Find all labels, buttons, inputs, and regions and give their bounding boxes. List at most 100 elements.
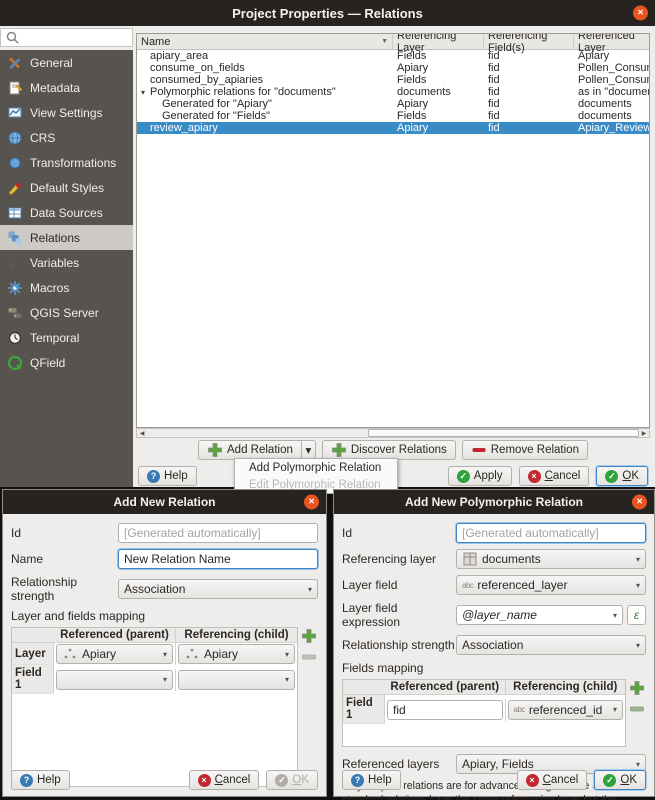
sidebar-item-metadata[interactable]: Metadata bbox=[0, 75, 133, 100]
field1-parent-input[interactable]: fid bbox=[387, 700, 503, 720]
id-field[interactable]: [Generated automatically] bbox=[118, 523, 318, 543]
ok-button[interactable]: ✓ OK bbox=[596, 466, 648, 486]
help-button[interactable]: ? Help bbox=[138, 466, 197, 486]
relations-table: Name ▼ Referencing Layer Referencing Fie… bbox=[136, 33, 650, 428]
ok-button[interactable]: ✓ OK bbox=[594, 770, 646, 790]
sidebar-item-view-settings[interactable]: View Settings bbox=[0, 100, 133, 125]
table-row[interactable]: Generated for "Fields" Fields fid docume… bbox=[137, 110, 649, 122]
referenced-layers-label: Referenced layers bbox=[342, 757, 456, 771]
referencing-layer-select[interactable]: documents ▾ bbox=[456, 549, 646, 569]
sidebar-item-macros[interactable]: Macros bbox=[0, 275, 133, 300]
sidebar-item-temporal[interactable]: Temporal bbox=[0, 325, 133, 350]
column-header-referencing-fields[interactable]: Referencing Field(s) bbox=[484, 34, 574, 49]
dialog-title: Add New Relation bbox=[113, 495, 215, 509]
expression-input[interactable]: @layer_name ▾ bbox=[456, 605, 623, 625]
layer-parent-select[interactable]: Apiary ▾ bbox=[56, 644, 173, 664]
close-icon[interactable]: × bbox=[633, 6, 648, 21]
add-field-button[interactable] bbox=[629, 680, 645, 696]
add-relation-titlebar[interactable]: Add New Relation × bbox=[3, 490, 326, 514]
table-row[interactable]: Generated for "Apiary" Apiary fid docume… bbox=[137, 98, 649, 110]
apply-button[interactable]: ✓ Apply bbox=[448, 466, 512, 486]
sidebar-item-label: Variables bbox=[30, 256, 79, 270]
column-header-referencing-layer[interactable]: Referencing Layer bbox=[393, 34, 484, 49]
close-icon[interactable]: × bbox=[304, 495, 319, 510]
layer-row-label: Layer bbox=[12, 643, 54, 665]
add-relation-dropdown-arrow[interactable]: ▾ bbox=[301, 440, 316, 460]
table-row[interactable]: consumed_by_apiaries Fields fid Pollen_C… bbox=[137, 74, 649, 86]
sidebar-item-label: Default Styles bbox=[30, 181, 104, 195]
chevron-down-icon: ▾ bbox=[636, 555, 640, 564]
table-row[interactable]: consume_on_fields Apiary fid Pollen_Cons… bbox=[137, 62, 649, 74]
sidebar-item-transformations[interactable]: Transformations bbox=[0, 150, 133, 175]
table-row-polymorphic-group[interactable]: ▾Polymorphic relations for "documents" d… bbox=[137, 86, 649, 98]
project-properties-titlebar[interactable]: Project Properties — Relations × bbox=[0, 0, 655, 26]
scrollbar-thumb[interactable] bbox=[368, 429, 639, 437]
discover-relations-button[interactable]: Discover Relations bbox=[322, 440, 456, 460]
fields-mapping-label: Fields mapping bbox=[342, 661, 646, 675]
field1-child-select[interactable]: abc referenced_id ▾ bbox=[508, 700, 624, 720]
table-row[interactable]: apiary_area Fields fid Apiary bbox=[137, 50, 649, 62]
layer-field-select[interactable]: abc referenced_layer ▾ bbox=[456, 575, 646, 595]
horizontal-scrollbar[interactable]: ◀ ▶ bbox=[136, 428, 650, 438]
relations-toolbar: Add Relation ▾ Discover Relations Remove… bbox=[136, 440, 650, 460]
cancel-cross-icon: × bbox=[528, 470, 541, 483]
desktop: Project Properties — Relations × General… bbox=[0, 0, 655, 800]
sidebar-item-crs[interactable]: CRS bbox=[0, 125, 133, 150]
scrollbar-track[interactable] bbox=[147, 429, 639, 437]
sidebar-item-relations[interactable]: Relations bbox=[0, 225, 133, 250]
tools-icon bbox=[7, 55, 23, 71]
scroll-left-icon[interactable]: ◀ bbox=[137, 429, 147, 437]
sidebar-item-label: Metadata bbox=[30, 81, 80, 95]
add-relation-button[interactable]: Add Relation bbox=[198, 440, 301, 460]
sidebar-item-qfield[interactable]: QField bbox=[0, 350, 133, 375]
sort-desc-icon[interactable]: ▼ bbox=[381, 38, 388, 45]
sidebar-item-label: Temporal bbox=[30, 331, 79, 345]
help-icon: ? bbox=[351, 774, 364, 787]
name-field[interactable]: New Relation Name bbox=[118, 549, 318, 569]
ok-button-disabled: ✓ OK bbox=[266, 770, 318, 790]
field1-child-select[interactable]: ▾ bbox=[178, 670, 295, 690]
cancel-button[interactable]: × Cancel bbox=[189, 770, 260, 790]
remove-field-button[interactable] bbox=[629, 701, 645, 717]
help-button[interactable]: ? Help bbox=[11, 770, 70, 790]
remove-field-button[interactable] bbox=[301, 649, 317, 665]
help-icon: ? bbox=[20, 774, 33, 787]
add-plus-icon bbox=[207, 442, 223, 458]
column-header-referenced-layer[interactable]: Referenced Layer bbox=[574, 34, 649, 49]
expander-icon[interactable]: ▾ bbox=[141, 87, 150, 98]
add-polymorphic-titlebar[interactable]: Add New Polymorphic Relation × bbox=[334, 490, 654, 514]
add-field-button[interactable] bbox=[301, 628, 317, 644]
cancel-button[interactable]: × Cancel bbox=[517, 770, 588, 790]
field1-row-label: Field 1 bbox=[12, 665, 54, 694]
table-row-selected[interactable]: review_apiary Apiary fid Apiary_Reviews bbox=[137, 122, 649, 134]
field1-parent-select[interactable]: ▾ bbox=[56, 670, 173, 690]
scroll-right-icon[interactable]: ▶ bbox=[639, 429, 649, 437]
add-polymorphic-body: Id [Generated automatically] Referencing… bbox=[334, 514, 654, 796]
help-button[interactable]: ? Help bbox=[342, 770, 401, 790]
column-header-name[interactable]: Name ▼ bbox=[137, 34, 393, 49]
expression-label: Layer field expression bbox=[342, 601, 456, 629]
layer-child-select[interactable]: Apiary ▾ bbox=[178, 644, 295, 664]
sidebar-item-variables[interactable]: ε Variables bbox=[0, 250, 133, 275]
cancel-button[interactable]: × Cancel bbox=[519, 466, 590, 486]
view-settings-icon bbox=[7, 105, 23, 121]
add-polymorphic-relation-dialog: Add New Polymorphic Relation × Id [Gener… bbox=[333, 489, 655, 797]
close-icon[interactable]: × bbox=[632, 495, 647, 510]
relations-icon bbox=[7, 230, 23, 246]
point-layer-icon bbox=[184, 646, 200, 662]
sidebar-item-qgis-server[interactable]: QGIS Server bbox=[0, 300, 133, 325]
id-field[interactable]: [Generated automatically] bbox=[456, 523, 646, 543]
sidebar-search[interactable] bbox=[0, 28, 133, 47]
dialog-title: Add New Polymorphic Relation bbox=[405, 495, 583, 509]
sidebar-item-default-styles[interactable]: Default Styles bbox=[0, 175, 133, 200]
menu-item-add-polymorphic-relation[interactable]: Add Polymorphic Relation bbox=[235, 459, 397, 476]
strength-select[interactable]: Association ▾ bbox=[456, 635, 646, 655]
search-icon bbox=[5, 30, 21, 46]
sidebar-item-general[interactable]: General bbox=[0, 50, 133, 75]
column-referencing-child: Referencing (child) bbox=[506, 680, 626, 694]
remove-relation-button[interactable]: Remove Relation bbox=[462, 440, 588, 460]
sidebar-item-label: Transformations bbox=[30, 156, 116, 170]
strength-select[interactable]: Association ▾ bbox=[118, 579, 318, 599]
expression-builder-button[interactable]: ε bbox=[627, 605, 646, 625]
sidebar-item-data-sources[interactable]: Data Sources bbox=[0, 200, 133, 225]
